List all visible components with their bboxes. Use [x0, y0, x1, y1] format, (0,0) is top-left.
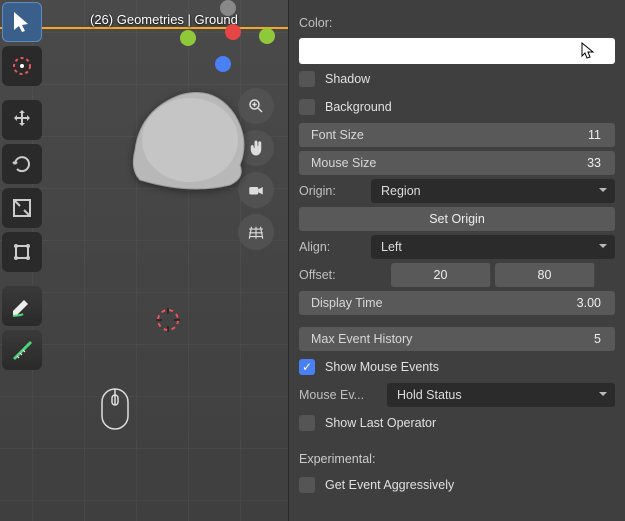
display-time-field[interactable]: Display Time3.00: [299, 291, 615, 315]
axis-y[interactable]: [180, 30, 196, 46]
background-label: Background: [325, 100, 392, 114]
show-last-op-label: Show Last Operator: [325, 416, 436, 430]
cursor-3d-icon: [154, 306, 182, 334]
show-mouse-label: Show Mouse Events: [325, 360, 439, 374]
mesh-object[interactable]: [120, 70, 260, 210]
show-mouse-checkbox[interactable]: [299, 359, 315, 375]
color-label: Color:: [299, 16, 371, 30]
tool-move[interactable]: [2, 100, 42, 140]
mouse-ev-label: Mouse Ev...: [299, 388, 387, 402]
get-event-aggr-label: Get Event Aggressively: [325, 478, 454, 492]
origin-select[interactable]: Region: [371, 179, 615, 203]
color-picker[interactable]: [299, 38, 615, 64]
mouse-size-field[interactable]: Mouse Size33: [299, 151, 615, 175]
get-event-aggr-checkbox[interactable]: [299, 477, 315, 493]
tool-scale[interactable]: [2, 188, 42, 228]
viewport-3d[interactable]: (26) Geometries | Ground: [0, 0, 288, 521]
shadow-checkbox[interactable]: [299, 71, 315, 87]
align-select[interactable]: Left: [371, 235, 615, 259]
max-history-field[interactable]: Max Event History5: [299, 327, 615, 351]
grid-icon[interactable]: [238, 214, 274, 250]
offset-label: Offset:: [299, 268, 371, 282]
tool-transform[interactable]: [2, 232, 42, 272]
axis-neg[interactable]: [220, 0, 236, 16]
align-label: Align:: [299, 240, 371, 254]
experimental-heading: Experimental:: [299, 452, 615, 466]
font-size-field[interactable]: Font Size11: [299, 123, 615, 147]
background-checkbox[interactable]: [299, 99, 315, 115]
toolbar: [2, 0, 46, 370]
offset-y-field[interactable]: 80: [495, 263, 595, 287]
tool-cursor[interactable]: [2, 46, 42, 86]
properties-panel: Color: Shadow Background Font Size11 Mou…: [288, 0, 625, 521]
offset-x-field[interactable]: 20: [391, 263, 491, 287]
view-gizmo[interactable]: [195, 2, 255, 62]
axis-x[interactable]: [225, 24, 241, 40]
tool-rotate[interactable]: [2, 144, 42, 184]
cursor-pointer-icon: [581, 42, 597, 60]
tool-annotate[interactable]: [2, 286, 42, 326]
set-origin-button[interactable]: Set Origin: [299, 207, 615, 231]
origin-label: Origin:: [299, 184, 371, 198]
mouse-indicator-icon: [100, 387, 130, 431]
axis-y2[interactable]: [259, 28, 275, 44]
tool-measure[interactable]: [2, 330, 42, 370]
show-last-op-checkbox[interactable]: [299, 415, 315, 431]
shadow-label: Shadow: [325, 72, 370, 86]
tool-select[interactable]: [2, 2, 42, 42]
mouse-ev-select[interactable]: Hold Status: [387, 383, 615, 407]
